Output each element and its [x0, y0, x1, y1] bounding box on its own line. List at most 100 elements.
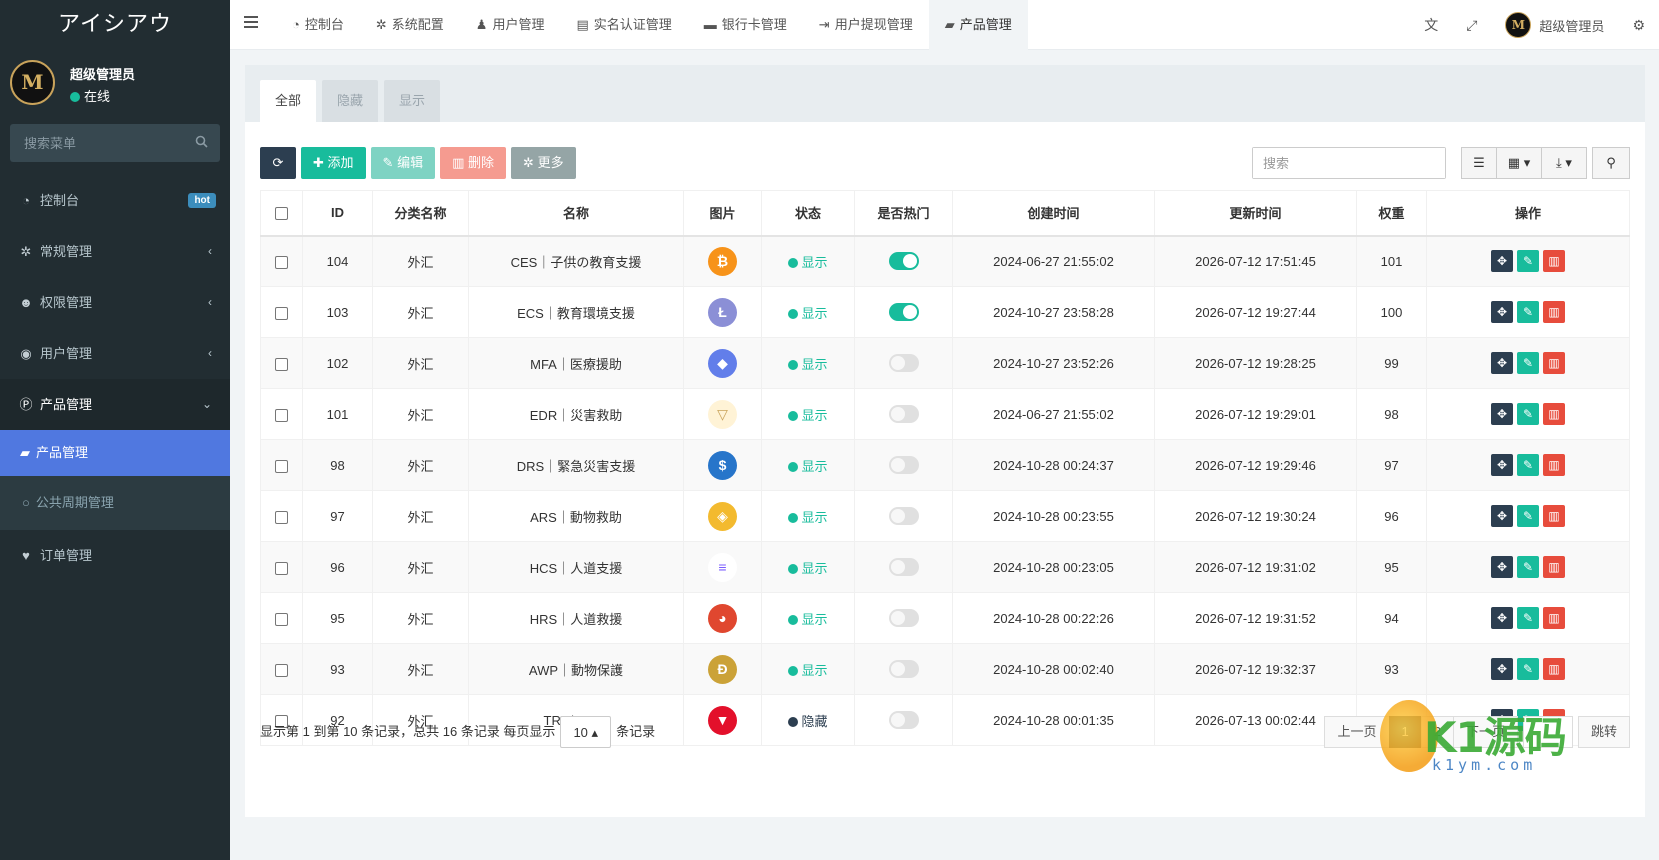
submenu-item-products[interactable]: ▰ 产品管理 — [0, 430, 230, 476]
drag-sort-button[interactable]: ✥ — [1491, 250, 1513, 273]
row-delete-button[interactable]: ▥ — [1543, 301, 1565, 323]
col-header[interactable]: 图片 — [683, 190, 762, 237]
row-delete-button[interactable]: ▥ — [1543, 607, 1565, 629]
drag-sort-button[interactable]: ✥ — [1491, 658, 1513, 680]
row-edit-button[interactable]: ✎ — [1517, 607, 1539, 629]
drag-sort-button[interactable]: ✥ — [1491, 556, 1513, 578]
row-edit-button[interactable]: ✎ — [1517, 658, 1539, 680]
status-cell[interactable]: 显示 — [761, 286, 855, 338]
sidebar-item-products[interactable]: Ⓟ 产品管理 ⌄ — [0, 379, 230, 430]
add-button[interactable]: ✚ 添加 — [301, 147, 366, 179]
table-row[interactable]: 96 外汇 HCS｜人道支援 ≡ 显示 2024-10-28 00:23:05 2026-0… — [260, 541, 1630, 593]
table-row[interactable]: 104 外汇 CES｜子供の教育支援 ₿ 显示 2024-06-27 21:55:02 20… — [260, 235, 1630, 287]
select-all-checkbox[interactable] — [275, 207, 288, 221]
tab-products[interactable]: ▰ 产品管理 — [928, 0, 1028, 50]
status-cell[interactable]: 显示 — [761, 541, 855, 593]
row-delete-button[interactable]: ▥ — [1543, 403, 1565, 425]
table-row[interactable]: 95 外汇 HRS｜人道救援 ◕ 显示 2024-10-28 00:22:26 2026-0… — [260, 592, 1630, 644]
table-search-input[interactable] — [1253, 148, 1445, 178]
row-checkbox[interactable] — [275, 663, 288, 677]
table-row[interactable]: 97 外汇 ARS｜動物救助 ◈ 显示 2024-10-28 00:23:55 2026-0… — [260, 490, 1630, 542]
col-header[interactable]: 更新时间 — [1154, 190, 1357, 237]
status-cell[interactable]: 显示 — [761, 643, 855, 695]
row-checkbox[interactable] — [275, 459, 288, 473]
gears-icon[interactable]: ⚙ — [1618, 17, 1659, 34]
row-checkbox[interactable] — [275, 510, 288, 524]
export-button[interactable]: ⤓ ▾ — [1541, 147, 1587, 179]
search-icon[interactable] — [195, 135, 208, 151]
hot-toggle[interactable] — [888, 609, 919, 627]
tab-dashboard[interactable]: ◔ 控制台 — [276, 0, 360, 50]
page-size-select[interactable]: 10 ▴ — [560, 716, 612, 748]
col-header[interactable]: ID — [302, 190, 373, 237]
row-delete-button[interactable]: ▥ — [1543, 454, 1565, 476]
hot-toggle[interactable] — [888, 711, 919, 729]
table-row[interactable]: 101 外汇 EDR｜災害救助 ▽ 显示 2024-06-27 21:55:02 2026-… — [260, 388, 1630, 440]
row-delete-button[interactable]: ▥ — [1543, 556, 1565, 578]
hot-toggle[interactable] — [888, 303, 919, 321]
drag-sort-button[interactable]: ✥ — [1491, 352, 1513, 374]
drag-sort-button[interactable]: ✥ — [1491, 403, 1513, 425]
row-delete-button[interactable]: ▥ — [1543, 658, 1565, 680]
table-row[interactable]: 98 外汇 DRS｜緊急災害支援 $ 显示 2024-10-28 00:24:37 2026… — [260, 439, 1630, 491]
shiba-coin-icon[interactable]: ◕ — [708, 603, 737, 633]
hot-toggle[interactable] — [888, 405, 919, 423]
row-edit-button[interactable]: ✎ — [1517, 403, 1539, 425]
row-checkbox[interactable] — [275, 561, 288, 575]
delete-button[interactable]: ▥ 删除 — [440, 147, 507, 179]
hot-toggle[interactable] — [888, 252, 919, 271]
toggle-view-button[interactable]: ☰ — [1461, 147, 1497, 179]
table-row[interactable]: 93 外汇 AWP｜動物保護 Ð 显示 2024-10-28 00:02:40 2026-0… — [260, 643, 1630, 695]
hot-toggle[interactable] — [888, 354, 919, 372]
sidebar-item-users[interactable]: ◉ 用户管理 ‹ — [0, 328, 230, 379]
ethereum-coin-icon[interactable]: ◆ — [708, 348, 737, 378]
header-user[interactable]: M 超级管理员 — [1491, 12, 1618, 38]
hot-toggle[interactable] — [888, 507, 919, 525]
row-edit-button[interactable]: ✎ — [1517, 352, 1539, 374]
row-checkbox[interactable] — [275, 612, 288, 626]
row-checkbox[interactable] — [275, 408, 288, 422]
status-cell[interactable]: 显示 — [761, 235, 855, 287]
row-delete-button[interactable]: ▥ — [1543, 250, 1565, 273]
litecoin-coin-icon[interactable]: Ł — [708, 297, 737, 327]
more-button[interactable]: ✲ 更多 — [511, 147, 576, 179]
table-row[interactable]: 102 外汇 MFA｜医療援助 ◆ 显示 2024-10-27 23:52:26 2026-… — [260, 337, 1630, 389]
hot-toggle[interactable] — [888, 660, 919, 678]
row-edit-button[interactable]: ✎ — [1517, 454, 1539, 476]
col-header[interactable]: 名称 — [468, 190, 684, 237]
sidebar-item-general[interactable]: ✲ 常规管理 ‹ — [0, 226, 230, 277]
row-checkbox[interactable] — [275, 357, 288, 371]
binance-coin-icon[interactable]: ◈ — [708, 501, 737, 531]
sidebar-item-permissions[interactable]: ☻ 权限管理 ‹ — [0, 277, 230, 328]
col-header[interactable]: 是否热门 — [854, 190, 953, 237]
row-checkbox[interactable] — [275, 306, 288, 320]
row-checkbox[interactable] — [275, 255, 288, 269]
drag-sort-button[interactable]: ✥ — [1491, 301, 1513, 323]
tab-system-config[interactable]: ✲ 系统配置 — [360, 0, 460, 50]
tab-visible[interactable]: 显示 — [384, 80, 441, 122]
tab-user-management[interactable]: ♟ 用户管理 — [460, 0, 561, 50]
hamburger-menu-icon[interactable] — [244, 16, 258, 28]
status-cell[interactable]: 显示 — [761, 439, 855, 491]
row-edit-button[interactable]: ✎ — [1517, 250, 1539, 273]
edit-button[interactable]: ✎ 编辑 — [370, 147, 436, 179]
drag-sort-button[interactable]: ✥ — [1491, 454, 1513, 476]
status-cell[interactable]: 显示 — [761, 592, 855, 644]
status-cell[interactable]: 隐藏 — [761, 694, 855, 746]
hot-toggle[interactable] — [888, 456, 919, 474]
sidebar-item-orders[interactable]: ♥ 订单管理 — [0, 530, 230, 581]
tron-coin-icon[interactable]: ▼ — [708, 705, 737, 735]
submenu-item-cycles[interactable]: ○ 公共周期管理 — [0, 476, 230, 530]
bitcoin-coin-icon[interactable]: ₿ — [708, 246, 737, 276]
col-header[interactable]: 分类名称 — [372, 190, 469, 237]
tab-bank-cards[interactable]: ▬ 银行卡管理 — [688, 0, 803, 50]
tab-all[interactable]: 全部 — [260, 80, 317, 122]
drag-sort-button[interactable]: ✥ — [1491, 505, 1513, 527]
tether-gold-coin-icon[interactable]: ▽ — [708, 399, 737, 429]
col-header[interactable]: 状态 — [761, 190, 855, 237]
language-icon[interactable]: 文 — [1410, 15, 1452, 35]
row-delete-button[interactable]: ▥ — [1543, 505, 1565, 527]
columns-button[interactable]: ▦ ▾ — [1496, 147, 1542, 179]
status-cell[interactable]: 显示 — [761, 388, 855, 440]
solana-coin-icon[interactable]: ≡ — [708, 552, 737, 582]
